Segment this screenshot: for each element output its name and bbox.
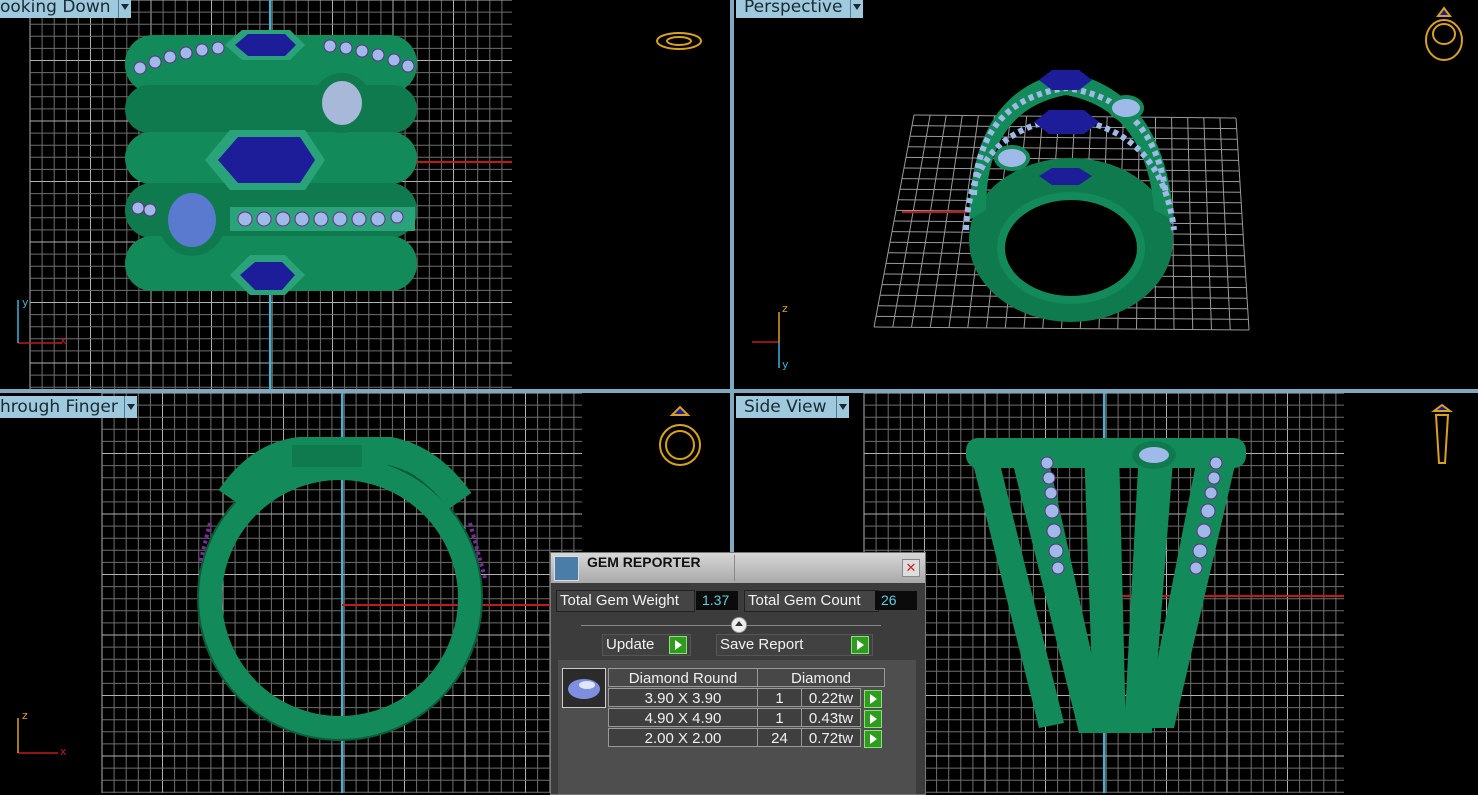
looking-down-scene [0,0,730,389]
close-icon[interactable]: ✕ [902,559,920,577]
ring-nav-icon [1434,405,1450,463]
axis-label-y: y [22,296,29,309]
viewport-perspective[interactable]: z y Perspective [734,0,1478,389]
total-gem-count-label: Total Gem Count [744,590,879,612]
table-row-size: 2.00 X 2.00 [608,728,758,747]
viewport-label-through-finger[interactable]: hrough Finger [0,396,128,418]
row-play-icon[interactable] [864,690,882,708]
update-play-icon[interactable] [669,636,687,654]
table-row-weight: 0.72tw [801,728,861,747]
axis-label-z: z [782,302,788,315]
table-row-size: 4.90 X 4.90 [608,708,758,727]
report-slider-knob[interactable] [731,617,747,633]
chevron-down-icon[interactable] [836,396,849,418]
ring-perspective [966,70,1174,322]
row-play-icon[interactable] [864,730,882,748]
axis-label-x: x [60,334,67,347]
total-gem-weight-value: 1.37 [696,591,738,610]
table-row-size: 3.90 X 3.90 [608,688,758,707]
viewport-label-perspective[interactable]: Perspective [736,0,850,18]
header-diamond-round: Diamond Round [608,668,758,687]
viewport-looking-down[interactable]: x y ooking Down [0,0,730,389]
chevron-down-icon[interactable] [850,0,863,18]
ring-top-view [125,30,417,295]
axis-label-x: x [60,745,67,758]
table-row-count: 1 [757,708,802,727]
ring-nav-icon [1426,8,1462,60]
ring-side-view [966,438,1246,733]
save-report-play-icon[interactable] [851,636,869,654]
table-row-count: 24 [757,728,802,747]
gem-reporter-icon [554,556,579,581]
gem-table-area: Diamond Round Diamond 3.90 X 3.90 1 0.22… [558,660,916,794]
header-diamond: Diamond [757,668,885,687]
ring-nav-icon [657,33,701,49]
chevron-down-icon[interactable] [118,0,131,18]
row-play-icon[interactable] [864,710,882,728]
viewport-label-side-view[interactable]: Side View [736,396,836,418]
diamond-round-icon [562,668,606,708]
total-gem-count-value: 26 [875,591,917,610]
gem-reporter-titlebar[interactable]: GEM REPORTER ✕ [551,553,925,583]
ring-nav-icon [660,407,700,465]
viewport-splitter-horizontal[interactable] [0,389,1478,393]
total-gem-weight-label: Total Gem Weight [556,590,695,612]
save-report-button[interactable]: Save Report [716,634,873,656]
chevron-down-icon[interactable] [124,396,137,418]
table-row-weight: 0.22tw [801,688,861,707]
perspective-scene [734,0,1478,389]
table-row-count: 1 [757,688,802,707]
axis-label-z: z [22,709,28,722]
gem-reporter-title: GEM REPORTER [587,554,701,570]
gem-reporter-panel: GEM REPORTER ✕ Total Gem Weight 1.37 Tot… [550,552,926,795]
axis-label-y: y [782,358,789,371]
viewport-label-looking-down[interactable]: ooking Down [0,0,126,18]
table-row-weight: 0.43tw [801,708,861,727]
